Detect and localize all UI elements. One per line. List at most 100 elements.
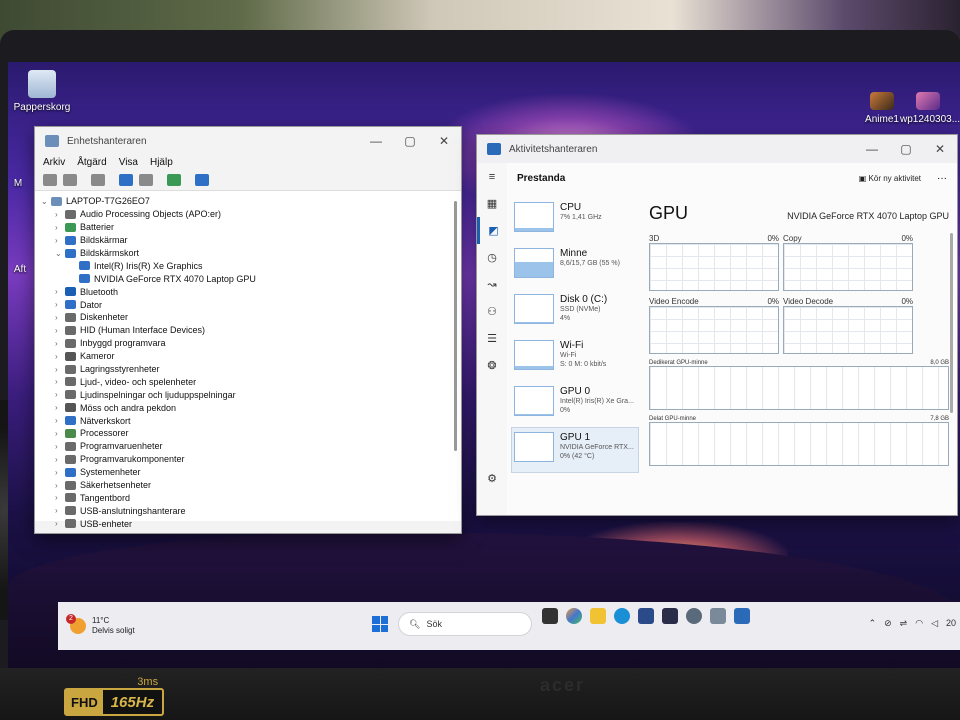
desktop-icon-partial[interactable]: M: [8, 178, 28, 189]
desktop-icon-recycle-bin[interactable]: Papperskorg: [12, 70, 72, 113]
desktop-icon-partial[interactable]: Aft: [8, 264, 32, 275]
expand-icon[interactable]: ›: [55, 506, 65, 515]
expand-icon[interactable]: ›: [55, 390, 65, 399]
chevron-up-icon[interactable]: ⌃: [869, 618, 877, 629]
tree-category[interactable]: › Programvaruenheter: [41, 440, 455, 453]
desktop-icon-wallpaper[interactable]: wp1240303...: [900, 92, 960, 125]
expand-icon[interactable]: ›: [55, 313, 65, 322]
resource-item[interactable]: Disk 0 (C:) SSD (NVMe) 4%: [511, 289, 639, 335]
minimize-button[interactable]: —: [359, 134, 393, 148]
tree-category[interactable]: › Bluetooth: [41, 285, 455, 298]
tree-category[interactable]: › Tangentbord: [41, 491, 455, 504]
tree-category[interactable]: › Programvarukomponenter: [41, 453, 455, 466]
tree-category[interactable]: › Inbyggd programvara: [41, 337, 455, 350]
users-icon[interactable]: ⚇: [477, 298, 507, 325]
expand-icon[interactable]: ›: [55, 210, 65, 219]
task-view-icon[interactable]: [542, 608, 558, 624]
collapse-icon[interactable]: ⌄: [41, 197, 51, 206]
tree-category[interactable]: › Lagringsstyrenheter: [41, 363, 455, 376]
scrollbar[interactable]: [454, 201, 457, 451]
desktop-icon-anime[interactable]: Anime1: [860, 92, 904, 125]
tree-category[interactable]: › USB-anslutningshanterare: [41, 504, 455, 517]
resource-item[interactable]: CPU 7% 1,41 GHz: [511, 197, 639, 243]
expand-icon[interactable]: ›: [55, 287, 65, 296]
task-manager-taskbar-icon[interactable]: [734, 608, 750, 624]
startup-apps-icon[interactable]: ↝: [477, 271, 507, 298]
tree-root[interactable]: ⌄ LAPTOP-T7G26EO7: [41, 195, 455, 208]
expand-icon[interactable]: ›: [55, 429, 65, 438]
menu-visa[interactable]: Visa: [119, 157, 138, 168]
properties-icon[interactable]: [91, 174, 105, 186]
device-manager-taskbar-icon[interactable]: [710, 608, 726, 624]
scan-hardware-icon[interactable]: [167, 174, 181, 186]
tree-category[interactable]: › Säkerhetsenheter: [41, 479, 455, 492]
game-app-icon[interactable]: [662, 608, 678, 624]
tree-category[interactable]: › Bildskärmar: [41, 234, 455, 247]
expand-icon[interactable]: ›: [55, 352, 65, 361]
resource-item[interactable]: Wi-Fi Wi-Fi S: 0 M: 0 kbit/s: [511, 335, 639, 381]
settings-app-icon[interactable]: [686, 608, 702, 624]
tree-category[interactable]: › Diskenheter: [41, 311, 455, 324]
tree-category[interactable]: › USB-enheter: [41, 517, 455, 530]
edge-icon[interactable]: [614, 608, 630, 624]
device-manager-window[interactable]: Enhetshanteraren — ▢ ✕ Arkiv Åtgärd Visa…: [34, 126, 462, 534]
expand-icon[interactable]: ›: [55, 481, 65, 490]
expand-icon[interactable]: ›: [55, 223, 65, 232]
monitor-icon[interactable]: [195, 174, 209, 186]
menu-arkiv[interactable]: Arkiv: [43, 157, 65, 168]
expand-icon[interactable]: ›: [55, 377, 65, 386]
engine-label[interactable]: Video Encode 0%: [649, 297, 779, 306]
hamburger-menu-icon[interactable]: ≡: [477, 163, 507, 190]
title-bar[interactable]: Aktivitetshanteraren — ▢ ✕: [477, 135, 957, 163]
tree-category[interactable]: › Dator: [41, 298, 455, 311]
tree-category[interactable]: › Ljud-, video- och spelenheter: [41, 375, 455, 388]
tree-category[interactable]: › HID (Human Interface Devices): [41, 324, 455, 337]
store-icon[interactable]: [638, 608, 654, 624]
expand-icon[interactable]: ›: [55, 493, 65, 502]
app-history-icon[interactable]: ◷: [477, 244, 507, 271]
tree-device[interactable]: NVIDIA GeForce RTX 4070 Laptop GPU: [41, 272, 455, 285]
volume-icon[interactable]: ◁: [931, 618, 938, 629]
run-new-task-button[interactable]: ▣ Kör ny aktivitet: [859, 174, 921, 183]
more-options-button[interactable]: ···: [937, 173, 947, 184]
focus-icon[interactable]: ⊘: [884, 618, 892, 629]
tree-category[interactable]: › Nätverkskort: [41, 414, 455, 427]
performance-icon[interactable]: ◩: [477, 217, 507, 244]
tree-category[interactable]: › Batterier: [41, 221, 455, 234]
copilot-icon[interactable]: [566, 608, 582, 624]
close-button[interactable]: ✕: [923, 142, 957, 156]
details-icon[interactable]: ☰: [477, 325, 507, 352]
engine-label[interactable]: 3D 0%: [649, 234, 779, 243]
close-button[interactable]: ✕: [427, 134, 461, 148]
scrollbar[interactable]: [950, 233, 953, 413]
usb-icon[interactable]: ⇌: [900, 618, 908, 629]
clock-partial[interactable]: 20: [946, 618, 956, 629]
tree-device[interactable]: Intel(R) Iris(R) Xe Graphics: [41, 259, 455, 272]
search-box[interactable]: 🔍︎ Sök: [398, 612, 532, 636]
expand-icon[interactable]: ›: [55, 339, 65, 348]
tree-category[interactable]: › Möss och andra pekdon: [41, 401, 455, 414]
back-icon[interactable]: [43, 174, 57, 186]
expand-icon[interactable]: ›: [55, 468, 65, 477]
tree-category[interactable]: ⌄ Bildskärmskort: [41, 247, 455, 260]
tree-category[interactable]: › Ljudinspelningar och ljuduppspelningar: [41, 388, 455, 401]
services-icon[interactable]: ❂: [477, 352, 507, 379]
file-explorer-icon[interactable]: [590, 608, 606, 624]
expand-icon[interactable]: ›: [55, 300, 65, 309]
task-manager-window[interactable]: Aktivitetshanteraren — ▢ ✕ ≡ ▦ ◩ ◷ ↝ ⚇ ☰…: [476, 134, 958, 516]
expand-icon[interactable]: ›: [55, 236, 65, 245]
start-button[interactable]: [372, 616, 388, 632]
settings-icon[interactable]: ⚙: [477, 465, 507, 492]
tree-category[interactable]: › Audio Processing Objects (APO:er): [41, 208, 455, 221]
processes-icon[interactable]: ▦: [477, 190, 507, 217]
wifi-icon[interactable]: ◠: [915, 618, 923, 629]
engine-label[interactable]: Copy 0%: [783, 234, 913, 243]
resource-item[interactable]: GPU 0 Intel(R) Iris(R) Xe Gra... 0%: [511, 381, 639, 427]
expand-icon[interactable]: ›: [55, 326, 65, 335]
menu-hjalp[interactable]: Hjälp: [150, 157, 173, 168]
expand-icon[interactable]: ›: [55, 403, 65, 412]
forward-icon[interactable]: [63, 174, 77, 186]
tree-category[interactable]: › Processorer: [41, 427, 455, 440]
tree-category[interactable]: › Systemenheter: [41, 466, 455, 479]
menu-atgard[interactable]: Åtgärd: [77, 157, 106, 168]
